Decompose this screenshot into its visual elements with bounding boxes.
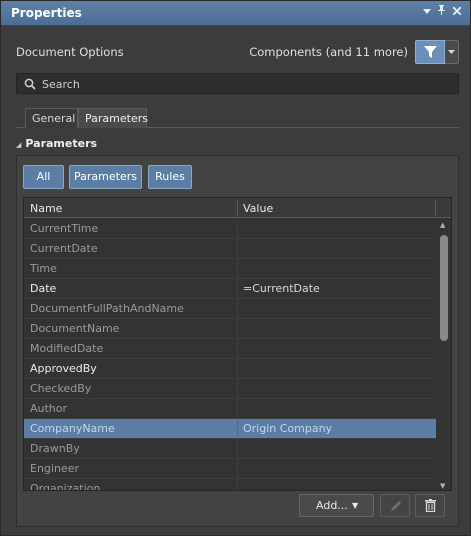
panel-titlebar[interactable]: Properties <box>1 1 470 26</box>
column-divider[interactable] <box>237 200 238 216</box>
close-icon[interactable] <box>450 5 464 21</box>
cell-divider <box>237 319 238 339</box>
parameters-table: Name Value CurrentTime CurrentDate Time Dat… <box>23 197 452 491</box>
vertical-scrollbar[interactable]: ▲ ▼ <box>437 219 451 490</box>
filter-all-button[interactable]: All <box>23 165 64 189</box>
scroll-up-icon[interactable]: ▲ <box>440 221 445 229</box>
cell-divider <box>237 299 238 319</box>
tab-parameters[interactable]: Parameters <box>78 108 148 128</box>
parameter-name-cell: DrawnBy <box>30 442 80 455</box>
parameter-name-cell: Organization <box>30 482 101 491</box>
filter-rules-label: Rules <box>155 170 185 183</box>
cell-divider <box>237 419 238 439</box>
parameter-name-cell: ModifiedDate <box>30 342 104 355</box>
parameter-name-cell: CurrentDate <box>30 242 98 255</box>
parameter-name-cell: DocumentName <box>30 322 120 335</box>
table-header: Name Value <box>24 198 451 218</box>
components-selection-label: Components (and 11 more) <box>249 45 408 59</box>
parameter-name-cell: DocumentFullPathAndName <box>30 302 184 315</box>
parameter-value-cell[interactable]: =CurrentDate <box>243 282 320 295</box>
pencil-icon <box>391 501 401 511</box>
table-row[interactable]: Engineer <box>24 459 436 479</box>
table-row[interactable]: DrawnBy <box>24 439 436 459</box>
add-button[interactable]: Add... ▼ <box>299 494 374 517</box>
filter-icon <box>424 46 437 58</box>
document-options-label: Document Options <box>16 45 124 59</box>
cell-divider <box>237 359 238 379</box>
chevron-down-icon: ▼ <box>352 501 359 510</box>
table-row[interactable]: Time <box>24 259 436 279</box>
table-row[interactable]: CompanyName Origin Company <box>24 419 436 439</box>
table-row[interactable]: CurrentDate <box>24 239 436 259</box>
search-icon <box>24 78 36 90</box>
cell-divider <box>237 259 238 279</box>
search-box[interactable] <box>16 73 459 94</box>
parameter-name-cell: Time <box>30 262 57 275</box>
column-header-value[interactable]: Value <box>243 202 273 215</box>
parameter-value-cell[interactable]: Origin Company <box>243 422 332 435</box>
filter-parameters-button[interactable]: Parameters <box>69 165 142 189</box>
edit-button[interactable] <box>380 494 410 517</box>
cell-divider <box>237 339 238 359</box>
table-rows: CurrentTime CurrentDate Time Date =CurrentDa… <box>24 219 436 491</box>
column-header-name[interactable]: Name <box>30 202 62 215</box>
parameter-name-cell: CompanyName <box>30 422 115 435</box>
table-row[interactable]: CheckedBy <box>24 379 436 399</box>
parameter-name-cell: Engineer <box>30 462 79 475</box>
cell-divider <box>237 479 238 490</box>
add-button-label: Add... <box>316 499 348 512</box>
scroll-down-icon[interactable]: ▼ <box>440 482 445 490</box>
column-divider[interactable] <box>435 200 436 216</box>
cell-divider <box>237 439 238 459</box>
table-row[interactable]: Organization <box>24 479 436 491</box>
table-row[interactable]: Date =CurrentDate <box>24 279 436 299</box>
table-row[interactable]: ApprovedBy <box>24 359 436 379</box>
filter-dropdown-button[interactable] <box>445 40 459 64</box>
cell-divider <box>237 219 238 239</box>
cell-divider <box>237 459 238 479</box>
tab-parameters-label: Parameters <box>85 112 148 125</box>
parameters-section-header[interactable]: ◢ Parameters <box>16 137 97 150</box>
table-row[interactable]: CurrentTime <box>24 219 436 239</box>
parameter-name-cell: Date <box>30 282 57 295</box>
cell-divider <box>237 399 238 419</box>
dropdown-icon[interactable] <box>420 5 434 21</box>
cell-divider <box>237 279 238 299</box>
cell-divider <box>237 379 238 399</box>
pin-icon[interactable] <box>434 5 448 21</box>
table-row[interactable]: ModifiedDate <box>24 339 436 359</box>
table-row[interactable]: DocumentName <box>24 319 436 339</box>
parameter-name-cell: ApprovedBy <box>30 362 97 375</box>
filter-button[interactable] <box>415 40 445 64</box>
tab-general[interactable]: General <box>25 108 78 128</box>
parameter-name-cell: CurrentTime <box>30 222 99 235</box>
delete-button[interactable] <box>415 494 445 517</box>
filter-rules-button[interactable]: Rules <box>148 165 192 189</box>
collapse-triangle-icon[interactable]: ◢ <box>16 141 21 149</box>
trash-icon <box>425 499 436 512</box>
table-row[interactable]: Author <box>24 399 436 419</box>
search-input[interactable] <box>42 76 442 92</box>
filter-all-label: All <box>36 170 51 183</box>
properties-panel: Properties Document Options Components (… <box>0 0 471 536</box>
table-row[interactable]: DocumentFullPathAndName <box>24 299 436 319</box>
parameter-name-cell: CheckedBy <box>30 382 92 395</box>
tab-general-label: General <box>32 112 76 125</box>
cell-divider <box>237 239 238 259</box>
section-title: Parameters <box>25 137 98 150</box>
parameter-name-cell: Author <box>30 402 68 415</box>
chevron-down-icon <box>448 50 455 54</box>
filter-parameters-label: Parameters <box>74 170 137 183</box>
panel-title: Properties <box>11 6 82 20</box>
scrollbar-thumb[interactable] <box>440 235 448 341</box>
